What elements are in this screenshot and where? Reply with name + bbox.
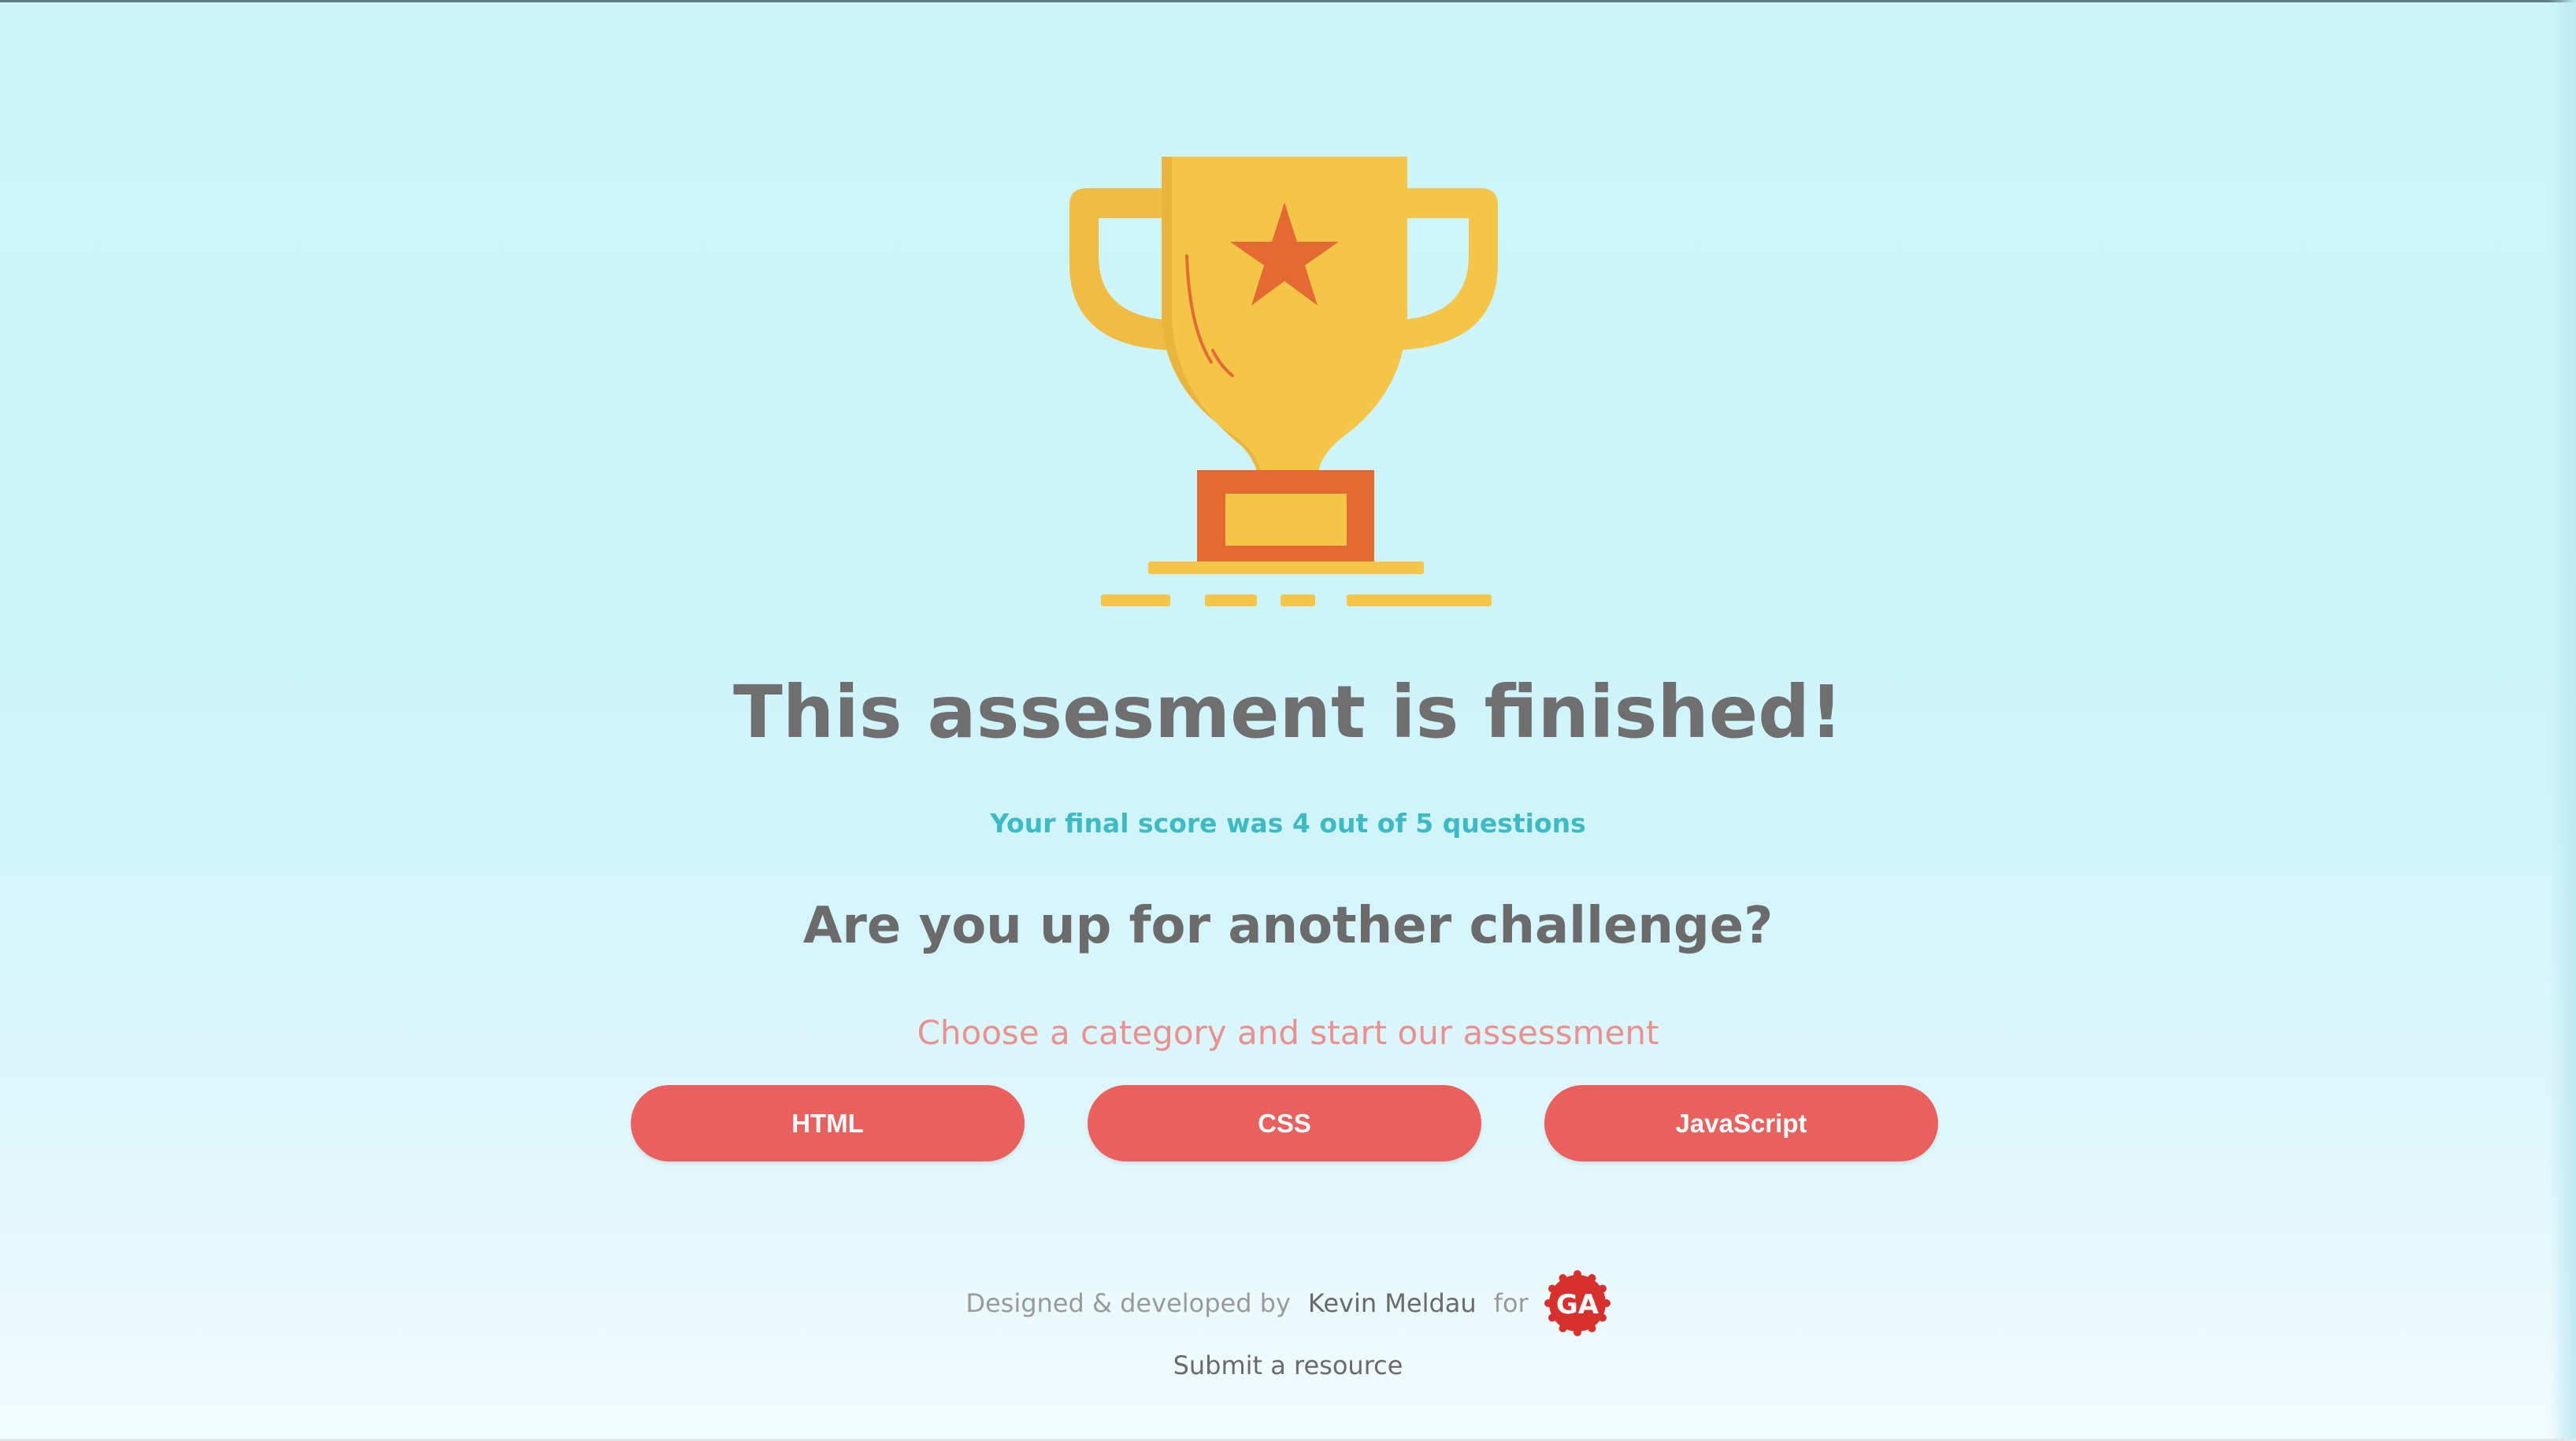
category-button-javascript[interactable]: JavaScript	[1544, 1085, 1938, 1161]
trophy-icon	[1069, 157, 1498, 606]
svg-text:GA: GA	[1556, 1289, 1599, 1321]
footer-credits: Designed & developed by Kevin Meldau for…	[0, 1268, 2576, 1339]
category-button-css[interactable]: CSS	[1088, 1085, 1481, 1161]
final-score-text: Your final score was 4 out of 5 question…	[990, 808, 1586, 839]
category-button-html[interactable]: HTML	[631, 1085, 1025, 1161]
general-assembly-logo[interactable]: GA	[1544, 1270, 1610, 1336]
result-title: This assesment is finished!	[732, 670, 1844, 754]
submit-resource-link[interactable]: Submit a resource	[0, 1343, 2576, 1387]
challenge-heading: Are you up for another challenge?	[802, 897, 1774, 955]
for-text: for	[1493, 1288, 1529, 1318]
author-link[interactable]: Kevin Meldau	[1308, 1288, 1477, 1318]
choose-category-text: Choose a category and start our assessme…	[917, 1013, 1659, 1052]
window-top-border	[0, 0, 2576, 2]
designed-by-text: Designed & developed by	[966, 1288, 1291, 1318]
